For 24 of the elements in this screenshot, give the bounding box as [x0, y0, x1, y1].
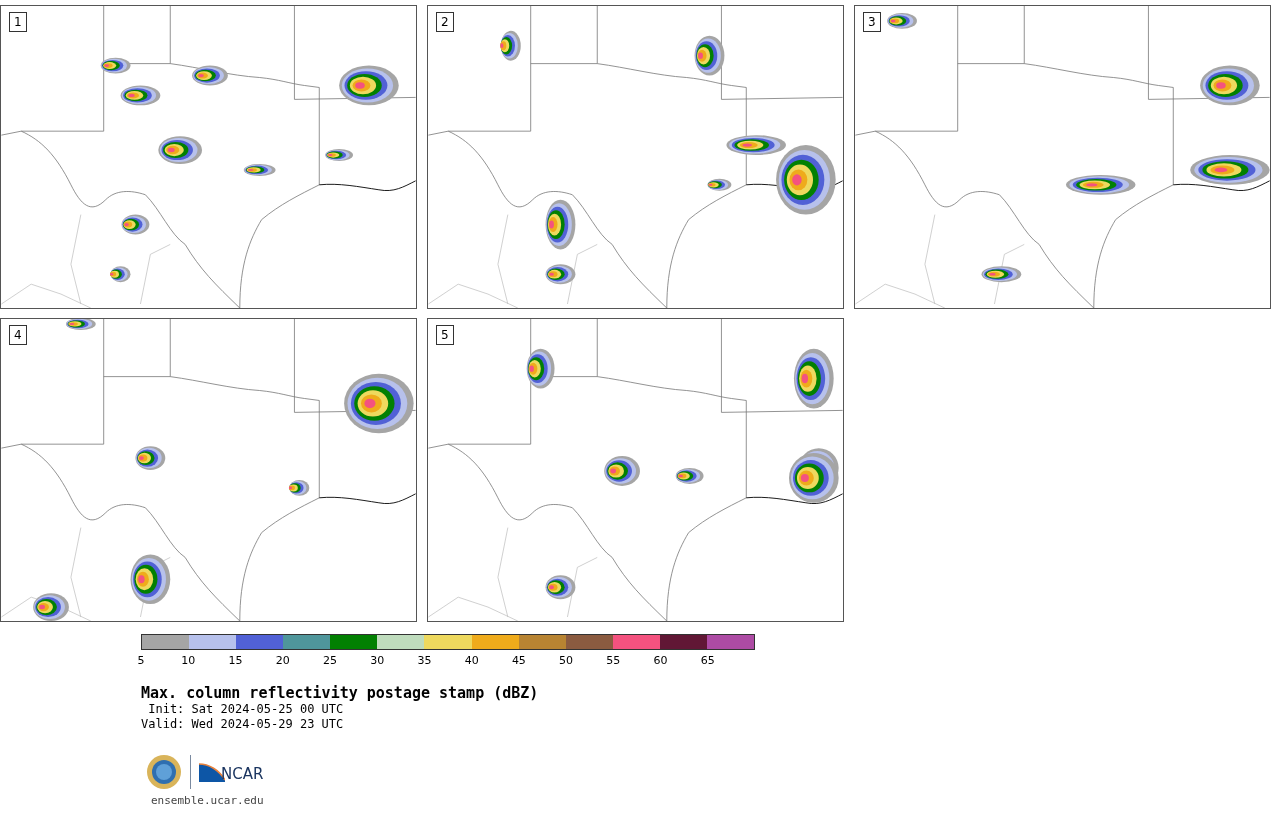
panel-number: 3: [863, 12, 881, 32]
tick-label: 50: [559, 654, 574, 668]
nsf-logo-icon: [146, 754, 182, 790]
tick-label: 5: [137, 654, 145, 668]
init-time: Init: Sat 2024-05-25 00 UTC: [147, 702, 345, 717]
panel-number: 1: [9, 12, 27, 32]
tick-label: 30: [370, 654, 385, 668]
tick-label: 20: [275, 654, 290, 668]
tick-label: 25: [322, 654, 337, 668]
panel-number: 4: [9, 325, 27, 345]
tick-label: 40: [464, 654, 479, 668]
panel-number: 5: [436, 325, 454, 345]
tick-label: 55: [606, 654, 621, 668]
tick-label: 35: [417, 654, 432, 668]
tick-label: 10: [181, 654, 196, 668]
valid-time: Valid: Wed 2024-05-29 23 UTC: [141, 717, 345, 732]
tick-label: 15: [228, 654, 243, 668]
website-url: ensemble.ucar.edu: [151, 794, 265, 807]
ncar-logo-text: NCAR: [221, 766, 264, 782]
chart-title: Max. column reflectivity postage stamp (dBZ): [141, 684, 540, 702]
tick-label: 45: [511, 654, 526, 668]
tick-label: 60: [653, 654, 668, 668]
panel-number: 2: [436, 12, 454, 32]
tick-label: 65: [700, 654, 715, 668]
